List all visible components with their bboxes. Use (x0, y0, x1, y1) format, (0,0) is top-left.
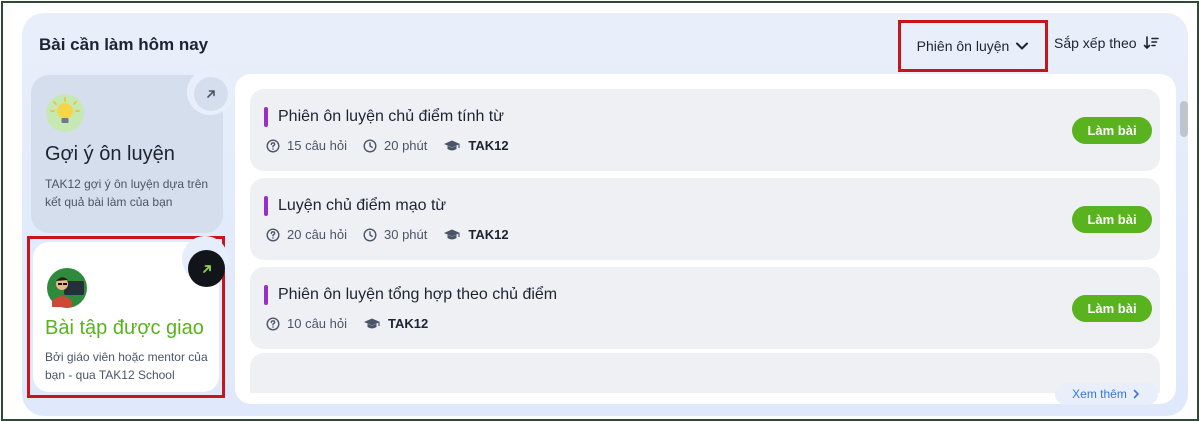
question-circle-icon (266, 316, 280, 331)
assigned-card-title: Bài tập được giao (45, 317, 204, 339)
assigned-exercises-card[interactable]: Bài tập được giao Bởi giáo viên hoặc men… (27, 236, 228, 398)
question-count-text: 15 câu hỏi (287, 138, 347, 153)
arrow-up-right-icon (207, 90, 215, 98)
open-assigned-button[interactable] (188, 250, 225, 287)
sort-button[interactable]: Sắp xếp theo (1054, 35, 1159, 51)
question-count-text: 10 câu hỏi (287, 316, 347, 331)
task-question-count: 10 câu hỏi (266, 316, 347, 331)
task-organization: TAK12 (443, 227, 509, 242)
question-count-text: 20 câu hỏi (287, 227, 347, 242)
item-accent-bar (264, 196, 268, 216)
organization-text: TAK12 (388, 316, 429, 331)
assigned-card-description: Bởi giáo viên hoặc mentor của bạn - qua … (45, 350, 208, 382)
task-item[interactable]: Phiên ôn luyện chủ điểm tính từ 15 câu h… (250, 89, 1160, 171)
task-duration: 20 phút (363, 138, 427, 153)
clock-icon (363, 138, 377, 153)
sort-label: Sắp xếp theo (1054, 35, 1137, 51)
task-question-count: 15 câu hỏi (266, 138, 347, 153)
sort-icon (1143, 36, 1159, 49)
filter-label: Phiên ôn luyện (916, 38, 1010, 54)
do-exercise-button[interactable]: Làm bài (1072, 206, 1152, 233)
graduation-cap-icon (444, 140, 461, 150)
teacher-avatar-icon (47, 268, 87, 308)
chevron-right-icon (1133, 389, 1139, 399)
graduation-cap-icon (444, 229, 461, 239)
task-meta: 10 câu hỏi TAK12 (266, 316, 428, 331)
clock-icon (363, 227, 377, 242)
arrow-up-right-icon (202, 264, 211, 273)
task-question-count: 20 câu hỏi (266, 227, 347, 242)
today-tasks-panel: Bài cần làm hôm nay Phiên ôn luyện Sắp x… (22, 13, 1188, 416)
task-title: Phiên ôn luyện tổng hợp theo chủ điểm (278, 286, 558, 303)
do-exercise-button[interactable]: Làm bài (1072, 117, 1152, 144)
task-item[interactable]: Phiên ôn luyện tổng hợp theo chủ điểm 10… (250, 267, 1160, 349)
panel-title: Bài cần làm hôm nay (39, 35, 209, 54)
suggest-card-title: Gợi ý ôn luyện (45, 143, 175, 165)
question-circle-icon (266, 227, 280, 242)
see-more-label: Xem thêm (1072, 387, 1127, 401)
task-title: Phiên ôn luyện chủ điểm tính từ (278, 108, 504, 125)
do-exercise-button[interactable]: Làm bài (1072, 295, 1152, 322)
suggest-practice-card[interactable]: Gợi ý ôn luyện TAK12 gợi ý ôn luyện dựa … (31, 69, 233, 233)
task-item[interactable]: Luyện chủ điểm mạo từ 20 câu hỏi 30 phút… (250, 178, 1160, 260)
question-circle-icon (266, 138, 280, 153)
duration-text: 20 phút (384, 138, 428, 153)
task-duration: 30 phút (363, 227, 427, 242)
scrollbar-thumb[interactable] (1180, 101, 1188, 137)
screenshot-frame: Bài cần làm hôm nay Phiên ôn luyện Sắp x… (1, 1, 1199, 421)
see-more-button[interactable]: Xem thêm (1055, 383, 1158, 405)
task-meta: 15 câu hỏi 20 phút TAK12 (266, 138, 509, 153)
task-organization: TAK12 (443, 138, 509, 153)
task-item-partial[interactable] (250, 353, 1160, 393)
duration-text: 30 phút (384, 227, 428, 242)
item-accent-bar (264, 285, 268, 305)
organization-text: TAK12 (468, 138, 509, 153)
suggest-card-description: TAK12 gợi ý ôn luyện dựa trên kết quả bà… (45, 177, 209, 209)
organization-text: TAK12 (468, 227, 509, 242)
chevron-down-icon (1016, 42, 1029, 50)
filter-dropdown[interactable]: Phiên ôn luyện (898, 20, 1048, 72)
open-suggest-button[interactable] (194, 77, 228, 111)
task-list: Phiên ôn luyện chủ điểm tính từ 15 câu h… (235, 74, 1176, 404)
lightbulb-icon (46, 94, 84, 132)
task-meta: 20 câu hỏi 30 phút TAK12 (266, 227, 509, 242)
item-accent-bar (264, 107, 268, 127)
task-title: Luyện chủ điểm mạo từ (278, 197, 447, 214)
task-organization: TAK12 (363, 316, 428, 331)
graduation-cap-icon (364, 318, 380, 328)
